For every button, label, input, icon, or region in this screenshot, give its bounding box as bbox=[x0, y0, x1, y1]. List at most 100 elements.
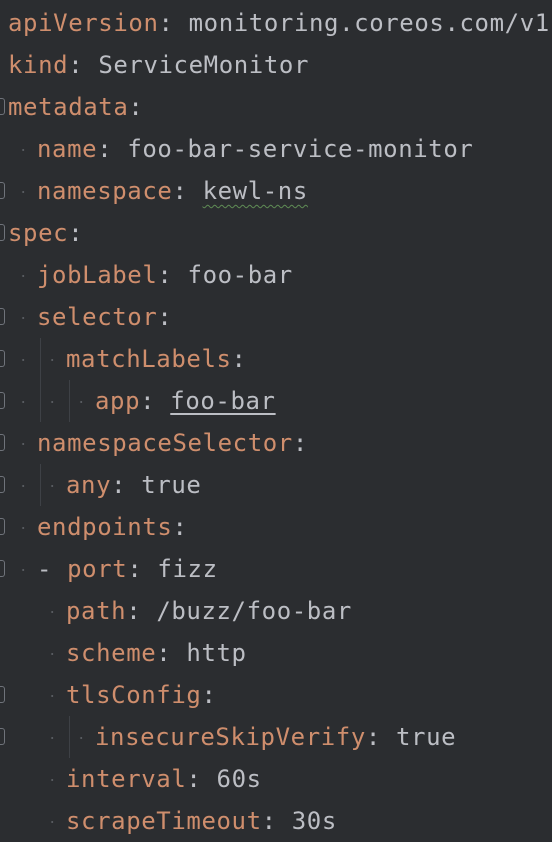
indent-guide bbox=[40, 464, 41, 506]
yaml-code-editor[interactable]: apiVersion: monitoring.coreos.com/v1 kin… bbox=[0, 0, 552, 840]
yaml-value: fizz bbox=[157, 555, 218, 583]
code-line[interactable]: jobLabel: foo-bar bbox=[0, 254, 552, 296]
fold-marker-icon[interactable] bbox=[0, 728, 5, 745]
yaml-value: /buzz/foo-bar bbox=[156, 597, 352, 625]
yaml-separator: : bbox=[128, 93, 144, 121]
fold-marker-icon[interactable] bbox=[0, 518, 5, 535]
code-line[interactable]: kind: ServiceMonitor bbox=[0, 44, 552, 86]
yaml-key: name bbox=[37, 135, 98, 163]
yaml-key: spec bbox=[8, 219, 69, 247]
code-line[interactable]: metadata: bbox=[0, 86, 552, 128]
indent-whitespace-dots bbox=[16, 317, 36, 319]
yaml-key: namespace bbox=[37, 177, 173, 205]
fold-marker-icon[interactable] bbox=[0, 224, 5, 241]
indent-whitespace-dots bbox=[16, 191, 36, 193]
yaml-key: path bbox=[66, 597, 127, 625]
code-text: selector: bbox=[37, 296, 172, 338]
code-line[interactable]: - port: fizz bbox=[0, 548, 552, 590]
code-line[interactable]: any: true bbox=[0, 464, 552, 506]
yaml-separator: : bbox=[201, 681, 217, 709]
fold-marker-icon[interactable] bbox=[0, 560, 5, 577]
code-text: name: foo-bar-service-monitor bbox=[37, 128, 473, 170]
yaml-separator: : bbox=[140, 387, 171, 415]
yaml-value: true bbox=[396, 723, 457, 751]
yaml-key: interval bbox=[66, 765, 187, 793]
code-text: scheme: http bbox=[66, 632, 247, 674]
indent-whitespace-dots bbox=[45, 485, 65, 487]
code-line[interactable]: interval: 60s bbox=[0, 758, 552, 800]
yaml-key: scheme bbox=[66, 639, 157, 667]
indent-whitespace-dots bbox=[16, 527, 36, 529]
yaml-key: any bbox=[66, 471, 112, 499]
code-text: any: true bbox=[66, 464, 201, 506]
indent-whitespace-dots bbox=[45, 359, 65, 361]
code-text: scrapeTimeout: 30s bbox=[66, 800, 337, 842]
code-text: tlsConfig: bbox=[66, 674, 217, 716]
fold-marker-icon[interactable] bbox=[0, 392, 5, 409]
code-line[interactable]: matchLabels: bbox=[0, 338, 552, 380]
indent-whitespace-dots bbox=[45, 653, 65, 655]
indent-whitespace-dots bbox=[45, 779, 65, 781]
indent-guide bbox=[69, 716, 70, 758]
code-text: namespace: kewl-ns bbox=[37, 170, 308, 212]
yaml-value-link[interactable]: foo-bar bbox=[170, 387, 275, 415]
yaml-value: 60s bbox=[216, 765, 262, 793]
indent-whitespace-dots bbox=[16, 485, 36, 487]
indent-whitespace-dots bbox=[45, 695, 65, 697]
yaml-value: foo-bar bbox=[187, 261, 293, 289]
fold-marker-icon[interactable] bbox=[0, 350, 5, 367]
fold-marker-icon[interactable] bbox=[0, 182, 5, 199]
yaml-key: port bbox=[67, 555, 128, 583]
code-line[interactable]: scrapeTimeout: 30s bbox=[0, 800, 552, 842]
code-text: kind: ServiceMonitor bbox=[8, 44, 309, 86]
indent-whitespace-dots bbox=[74, 737, 94, 739]
yaml-separator: : bbox=[68, 219, 84, 247]
yaml-separator: : bbox=[97, 135, 128, 163]
yaml-key: metadata bbox=[8, 93, 129, 121]
yaml-key: apiVersion bbox=[8, 9, 159, 37]
code-line[interactable]: selector: bbox=[0, 296, 552, 338]
fold-marker-icon[interactable] bbox=[0, 98, 5, 115]
yaml-separator: : bbox=[261, 807, 292, 835]
yaml-key: selector bbox=[37, 303, 158, 331]
yaml-value: foo-bar-service-monitor bbox=[127, 135, 474, 163]
code-text: path: /buzz/foo-bar bbox=[66, 590, 352, 632]
indent-whitespace-dots bbox=[45, 401, 65, 403]
code-line[interactable]: name: foo-bar-service-monitor bbox=[0, 128, 552, 170]
yaml-value: http bbox=[186, 639, 247, 667]
code-text: insecureSkipVerify: true bbox=[95, 716, 456, 758]
yaml-separator: : bbox=[365, 723, 396, 751]
yaml-separator: : bbox=[111, 471, 142, 499]
yaml-separator: : bbox=[157, 303, 173, 331]
code-line[interactable]: spec: bbox=[0, 212, 552, 254]
code-line[interactable]: namespaceSelector: bbox=[0, 422, 552, 464]
yaml-key: scrapeTimeout bbox=[66, 807, 262, 835]
code-text: matchLabels: bbox=[66, 338, 247, 380]
yaml-value: monitoring.coreos.com/v1 bbox=[188, 9, 550, 37]
indent-whitespace-dots bbox=[16, 569, 36, 571]
code-text: app: foo-bar bbox=[95, 380, 276, 422]
fold-marker-icon[interactable] bbox=[0, 686, 5, 703]
yaml-key: insecureSkipVerify bbox=[95, 723, 366, 751]
code-line[interactable]: tlsConfig: bbox=[0, 674, 552, 716]
code-line[interactable]: path: /buzz/foo-bar bbox=[0, 590, 552, 632]
code-line[interactable]: scheme: http bbox=[0, 632, 552, 674]
indent-whitespace-dots bbox=[45, 611, 65, 613]
code-line[interactable]: app: foo-bar bbox=[0, 380, 552, 422]
fold-marker-icon[interactable] bbox=[0, 308, 5, 325]
yaml-key: jobLabel bbox=[37, 261, 158, 289]
code-line[interactable]: insecureSkipVerify: true bbox=[0, 716, 552, 758]
yaml-key: tlsConfig bbox=[66, 681, 202, 709]
fold-marker-icon[interactable] bbox=[0, 434, 5, 451]
indent-guide bbox=[69, 380, 70, 422]
code-line[interactable]: namespace: kewl-ns bbox=[0, 170, 552, 212]
yaml-separator: : bbox=[231, 345, 247, 373]
code-text: - port: fizz bbox=[37, 548, 218, 590]
code-line[interactable]: endpoints: bbox=[0, 506, 552, 548]
code-line[interactable]: apiVersion: monitoring.coreos.com/v1 bbox=[0, 2, 552, 44]
fold-marker-icon[interactable] bbox=[0, 476, 5, 493]
indent-whitespace-dots bbox=[16, 359, 36, 361]
yaml-key: kind bbox=[8, 51, 69, 79]
yaml-separator: : bbox=[292, 429, 308, 457]
indent-whitespace-dots bbox=[74, 401, 94, 403]
